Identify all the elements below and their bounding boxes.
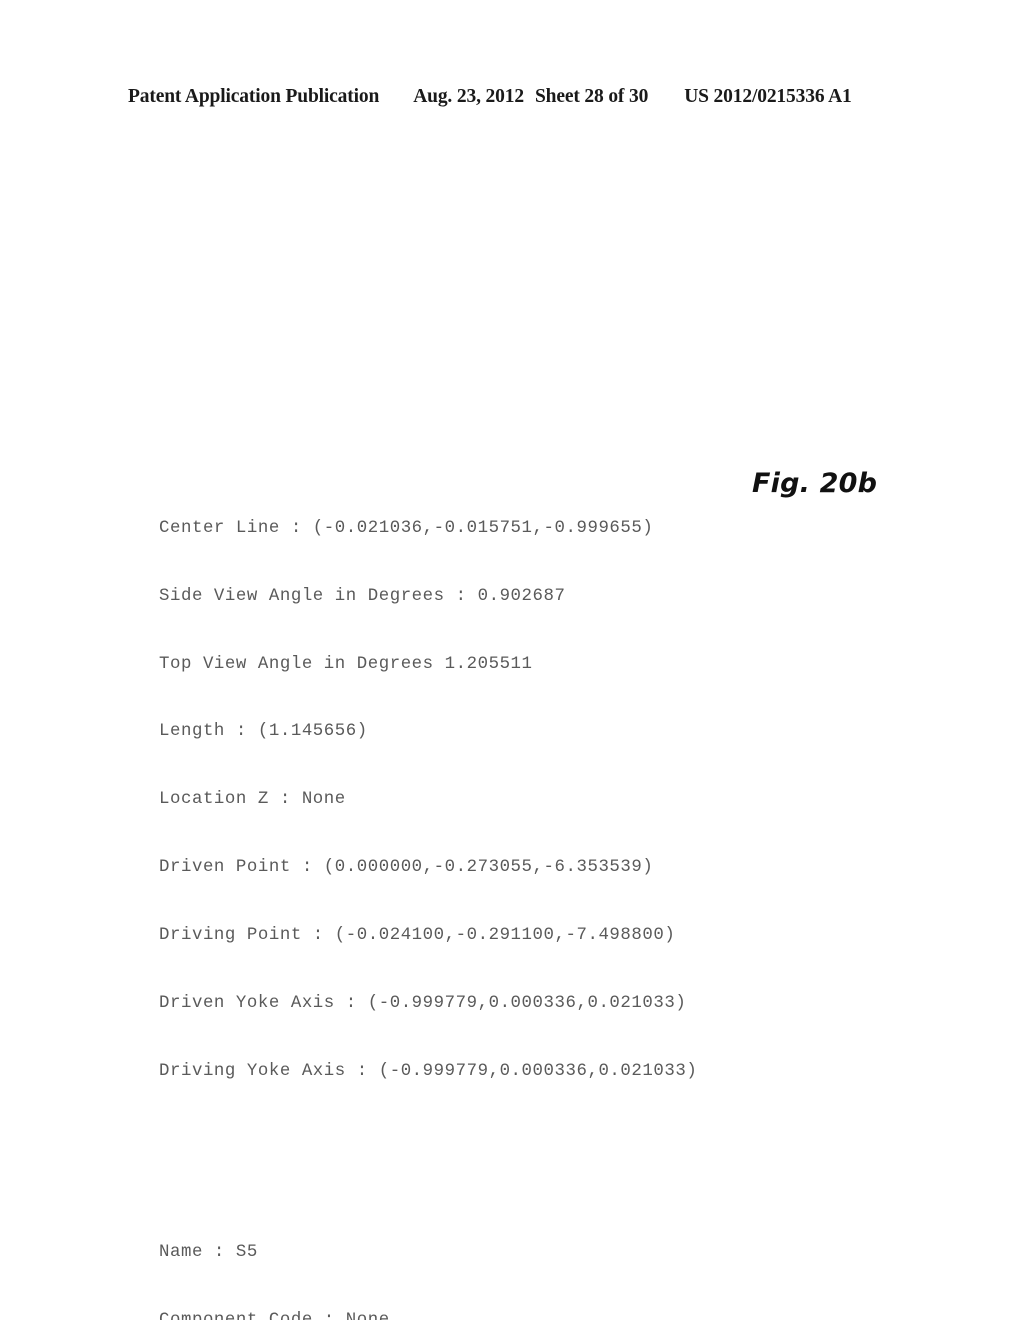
listing-line: Driven Point : (0.000000,-0.273055,-6.35… (159, 858, 654, 878)
figure-label: Fig. 20b (752, 468, 878, 499)
listing-line: Location Z : None (159, 790, 346, 810)
listing-line: Side View Angle in Degrees : 0.902687 (159, 586, 566, 606)
listing-line: Name : S5 (159, 1243, 258, 1263)
page-running-header: Patent Application Publication Aug. 23, … (128, 86, 888, 112)
listing-line: Length : (1.145656) (159, 722, 368, 742)
listing-line: Driving Point : (-0.024100,-0.291100,-7.… (159, 926, 676, 946)
listing-line: Driven Yoke Axis : (-0.999779,0.000336,0… (159, 994, 687, 1014)
listing-block-component-s5: Name : S5 Component Code : None Support … (159, 1197, 708, 1320)
header-sheet-number: Sheet 28 of 30 (534, 86, 649, 107)
header-publication-date: Aug. 23, 2012 (413, 86, 524, 107)
listing-block-component-properties-continued: Center Line : (-0.021036,-0.015751,-0.99… (159, 472, 708, 1129)
listing-line: Top View Angle in Degrees 1.205511 (159, 654, 533, 674)
header-patent-number: US 2012/0215336 A1 (684, 86, 852, 107)
listing-line: Driving Yoke Axis : (-0.999779,0.000336,… (159, 1062, 698, 1082)
patent-drawing-page: Patent Application Publication Aug. 23, … (0, 0, 1024, 1320)
listing-line: Center Line : (-0.021036,-0.015751,-0.99… (159, 518, 654, 538)
header-publication-title: Patent Application Publication (128, 86, 380, 107)
figure-text-listing: Center Line : (-0.021036,-0.015751,-0.99… (159, 427, 708, 1320)
listing-line: Component Code : None (159, 1310, 708, 1320)
